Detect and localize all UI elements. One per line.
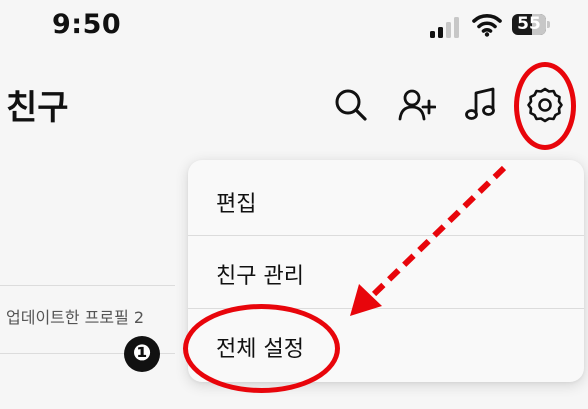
status-time: 9:50 bbox=[52, 9, 122, 40]
search-icon[interactable] bbox=[332, 86, 370, 124]
signal-icon bbox=[430, 16, 460, 38]
highlight-circle-all-settings bbox=[183, 304, 340, 393]
music-icon[interactable] bbox=[462, 86, 500, 124]
battery-icon: 55 bbox=[512, 14, 550, 37]
menu-item-manage-friends[interactable]: 친구 관리 bbox=[188, 236, 584, 308]
divider bbox=[0, 285, 175, 286]
status-bar: 9:50 55 bbox=[0, 0, 588, 56]
page-title: 친구 bbox=[6, 88, 69, 128]
menu-item-label: 친구 관리 bbox=[216, 264, 304, 289]
add-friend-icon[interactable] bbox=[398, 86, 436, 124]
section-label-updated-profiles: 업데이트한 프로필 2 bbox=[6, 308, 145, 327]
highlight-circle-gear bbox=[514, 62, 576, 150]
wifi-icon bbox=[472, 13, 502, 37]
battery-level: 55 bbox=[517, 14, 541, 34]
menu-item-label: 편집 bbox=[216, 192, 257, 217]
step-number-badge: ❶ bbox=[124, 336, 160, 372]
menu-item-edit[interactable]: 편집 bbox=[188, 164, 584, 236]
